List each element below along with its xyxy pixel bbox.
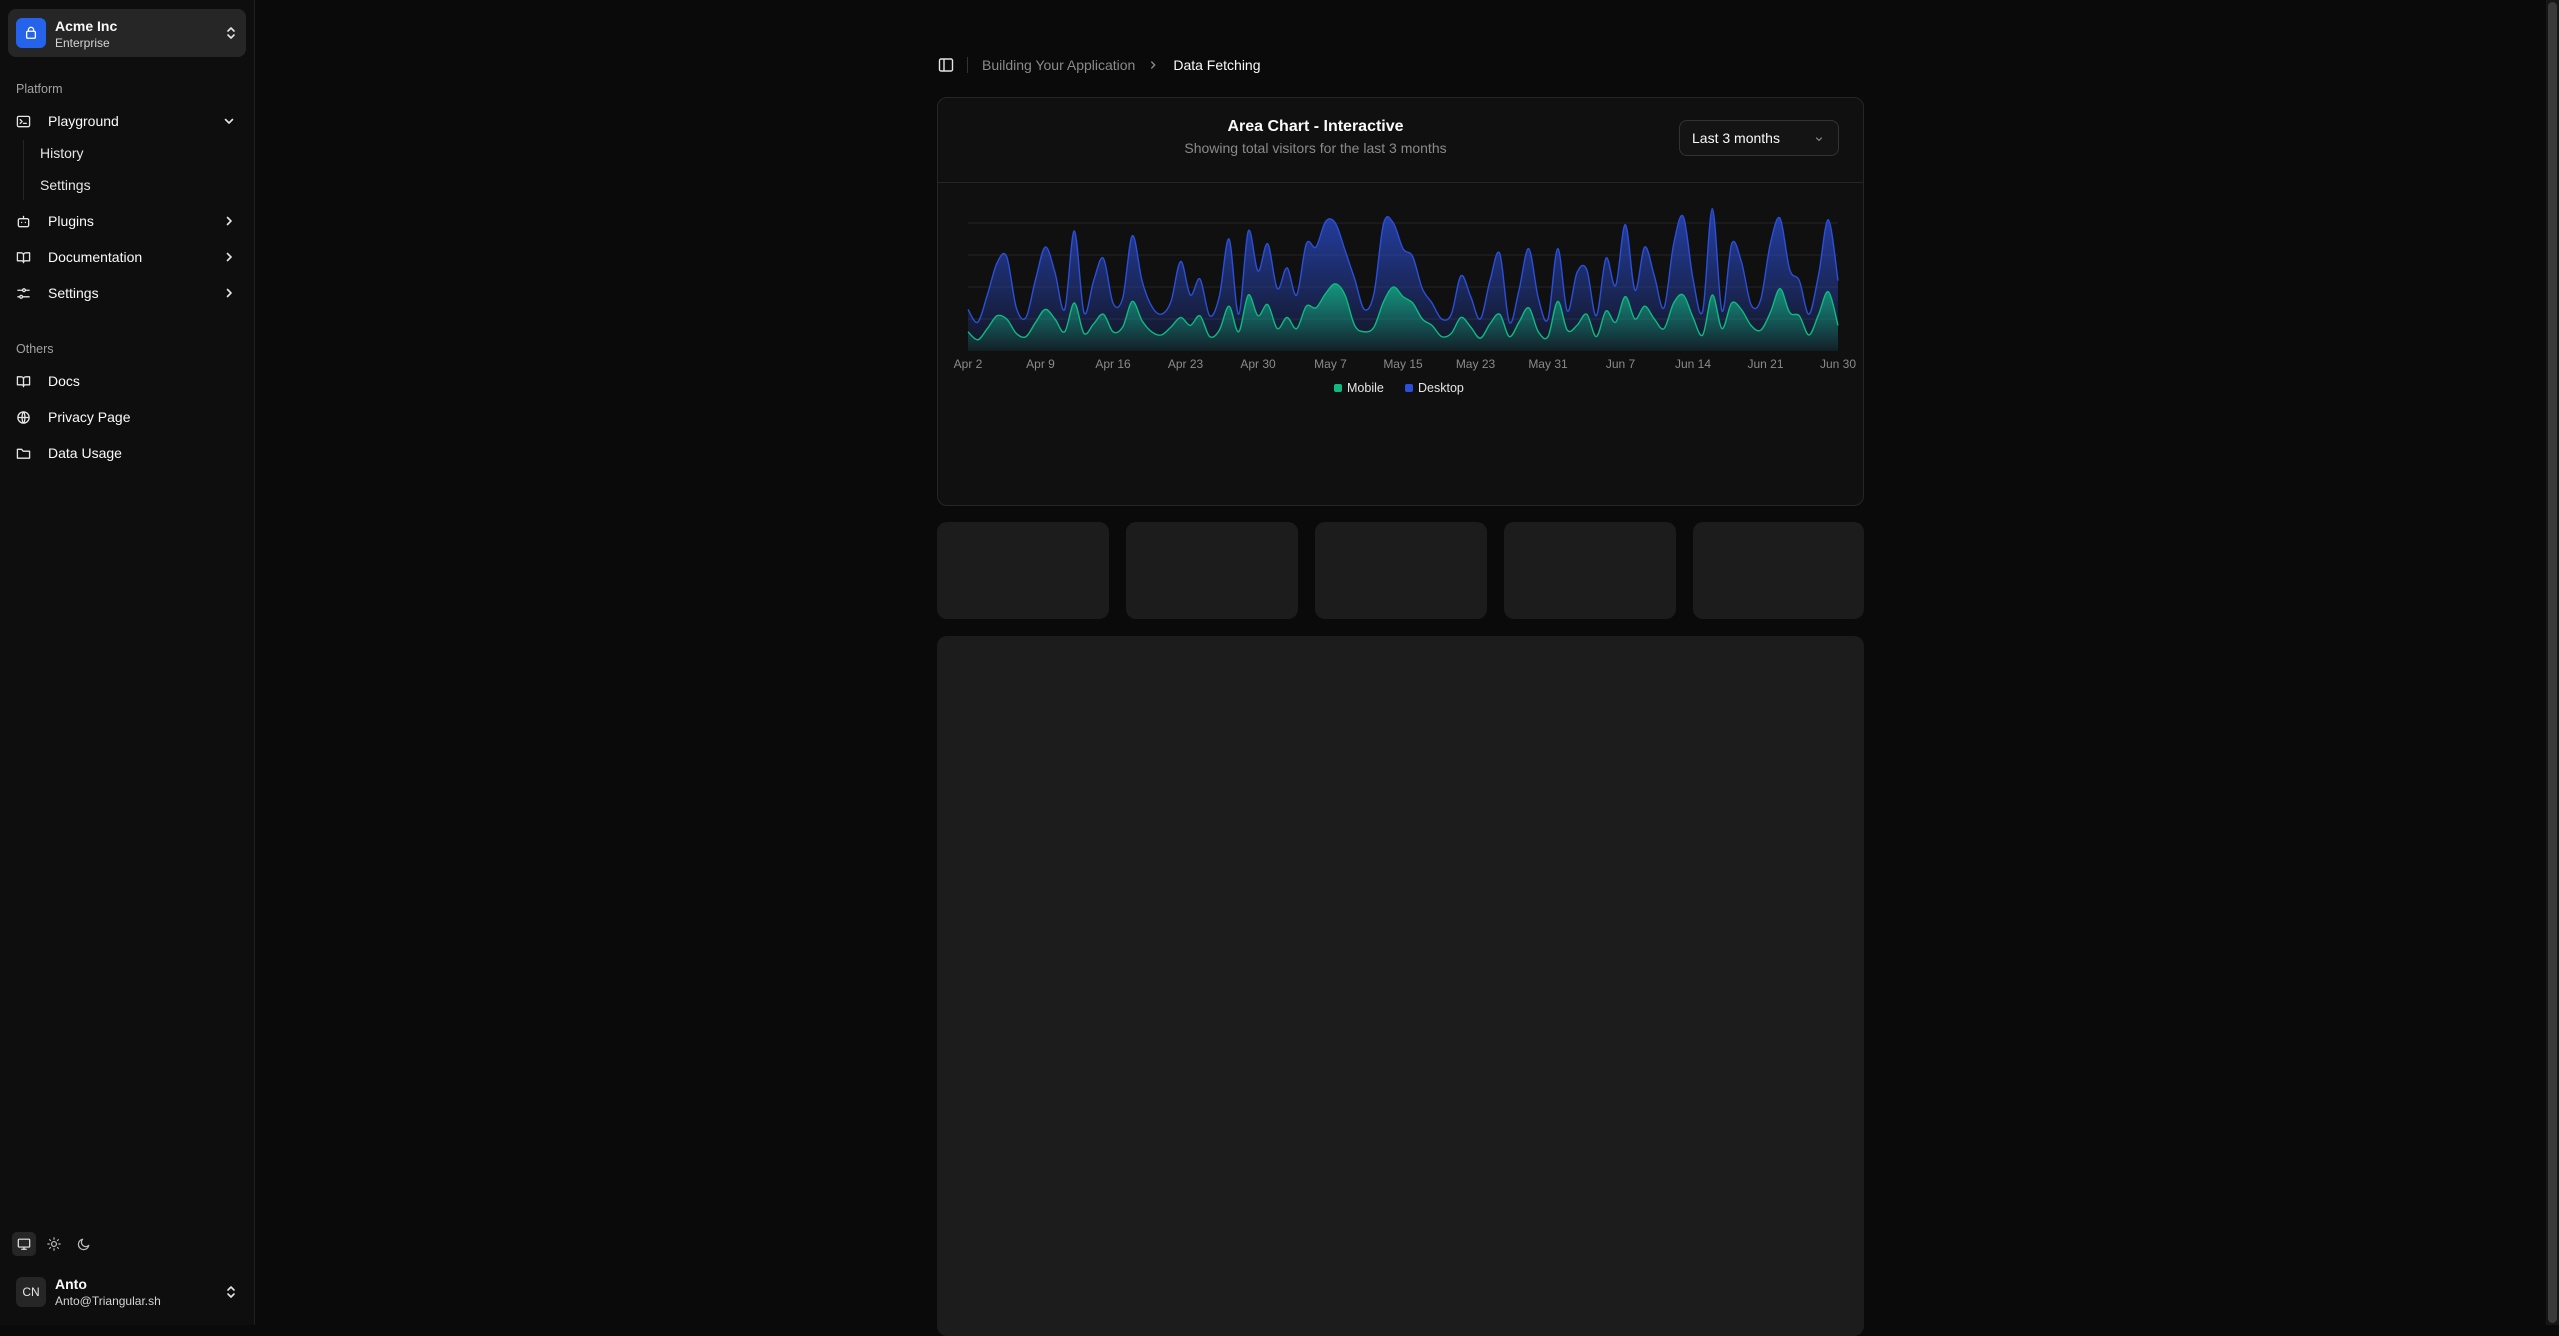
sidebar-item-playground[interactable]: Playground (8, 106, 246, 136)
team-logo (16, 18, 46, 48)
panel-left-icon (938, 58, 954, 72)
sidebar-item-label: Docs (48, 373, 80, 389)
sidebar-item-label: Documentation (48, 249, 143, 265)
breadcrumb-current: Data Fetching (1173, 57, 1261, 73)
chart-series (967, 207, 1839, 351)
monitor-icon (17, 1238, 31, 1250)
avatar: CN (16, 1277, 46, 1307)
time-range-select[interactable]: Last 3 months (1679, 120, 1839, 156)
chevron-right-icon (226, 288, 232, 298)
sidebar-toggle-button[interactable] (937, 56, 955, 74)
chevrons-up-down-icon (227, 27, 235, 39)
submenu-guide-line (23, 140, 24, 200)
user-menu[interactable]: CN Anto Anto@Triangular.sh (8, 1272, 246, 1312)
moon-icon (77, 1238, 90, 1251)
breadcrumb: Building Your Application Data Fetching (937, 55, 1261, 75)
book-open-icon (16, 373, 32, 389)
terminal-icon (16, 113, 32, 129)
team-plan: Enterprise (55, 36, 110, 50)
skeleton-card-1 (937, 522, 1109, 619)
x-tick-label: Apr 2 (954, 357, 983, 371)
skeleton-card-3 (1315, 522, 1487, 619)
legend-swatch (1334, 384, 1342, 392)
team-switcher[interactable]: Acme Inc Enterprise (8, 9, 246, 57)
time-range-value: Last 3 months (1692, 130, 1780, 146)
sidebar-item-label: Playground (48, 113, 119, 129)
theme-light-button[interactable] (42, 1232, 66, 1256)
sidebar-item-label: Plugins (48, 213, 94, 229)
chevrons-up-down-icon (227, 1286, 235, 1298)
x-tick-label: Jun 14 (1675, 357, 1711, 371)
gallery-icon (25, 26, 37, 39)
chevron-down-icon (1815, 137, 1823, 141)
sidebar-item-documentation[interactable]: Documentation (8, 242, 246, 272)
skeleton-card-2 (1126, 522, 1298, 619)
group-label-platform: Platform (16, 82, 63, 96)
x-tick-label: May 7 (1314, 357, 1347, 371)
chart-x-axis: Apr 2 Apr 9 Apr 16 Apr 23 Apr 30 May 7 May 15 M… (954, 357, 1857, 371)
sidebar-item-data-usage[interactable]: Data Usage (8, 438, 246, 468)
area-chart-card: Area Chart - Interactive Showing total v… (937, 97, 1864, 506)
globe-icon (16, 409, 32, 425)
sidebar-item-docs[interactable]: Docs (8, 366, 246, 396)
skeleton-panel (937, 636, 1864, 1336)
group-label-others: Others (16, 342, 54, 356)
chevron-right-icon (1147, 59, 1159, 71)
x-tick-label: Apr 16 (1095, 357, 1131, 371)
sidebar-item-label: Privacy Page (48, 409, 131, 425)
area-chart[interactable]: Apr 2 Apr 9 Apr 16 Apr 23 Apr 30 May 7 May 15 M… (938, 183, 1863, 505)
card-description: Showing total visitors for the last 3 mo… (1184, 140, 1447, 156)
sidebar-item-label: Settings (48, 285, 99, 301)
sidebar-item-label: Data Usage (48, 445, 122, 461)
chart-legend: Mobile Desktop (1334, 381, 1464, 395)
sidebar-subitem-history[interactable]: History (32, 139, 232, 167)
x-tick-label: May 15 (1383, 357, 1423, 371)
chevron-right-icon (226, 216, 232, 226)
user-email: Anto@Triangular.sh (55, 1294, 161, 1308)
scrollbar-thumb[interactable] (2548, 2, 2557, 1323)
legend-label: Desktop (1418, 381, 1464, 395)
x-tick-label: Apr 9 (1026, 357, 1055, 371)
book-icon (16, 249, 32, 265)
sidebar: Acme Inc Enterprise Platform Playground … (0, 0, 255, 1325)
chevron-right-icon (226, 252, 232, 262)
x-tick-label: May 23 (1456, 357, 1496, 371)
sidebar-subitem-settings[interactable]: Settings (32, 171, 232, 199)
skeleton-card-5 (1693, 522, 1864, 619)
page-scrollbar[interactable] (2546, 0, 2559, 1325)
card-title: Area Chart - Interactive (1227, 118, 1404, 135)
legend-swatch (1405, 384, 1413, 392)
theme-dark-button[interactable] (72, 1232, 96, 1256)
card-header: Area Chart - Interactive Showing total v… (938, 98, 1863, 183)
sidebar-item-settings[interactable]: Settings (8, 278, 246, 308)
breadcrumb-divider (967, 57, 968, 73)
legend-label: Mobile (1347, 381, 1384, 395)
user-name: Anto (55, 1276, 87, 1292)
x-tick-label: Jun 7 (1606, 357, 1636, 371)
breadcrumb-link-parent[interactable]: Building Your Application (982, 57, 1135, 73)
sliders-icon (16, 285, 32, 301)
theme-system-button[interactable] (12, 1232, 36, 1256)
sun-icon (47, 1237, 61, 1251)
x-tick-label: Apr 23 (1168, 357, 1204, 371)
x-tick-label: Jun 30 (1820, 357, 1856, 371)
chevron-down-icon (224, 118, 234, 124)
x-tick-label: Apr 30 (1240, 357, 1276, 371)
sidebar-item-privacy-page[interactable]: Privacy Page (8, 402, 246, 432)
x-tick-label: Jun 21 (1747, 357, 1783, 371)
bot-icon (16, 213, 32, 229)
folder-icon (16, 445, 32, 461)
sidebar-item-plugins[interactable]: Plugins (8, 206, 246, 236)
theme-toggle (12, 1232, 96, 1256)
team-name: Acme Inc (55, 18, 118, 34)
skeleton-card-4 (1504, 522, 1676, 619)
x-tick-label: May 31 (1528, 357, 1568, 371)
